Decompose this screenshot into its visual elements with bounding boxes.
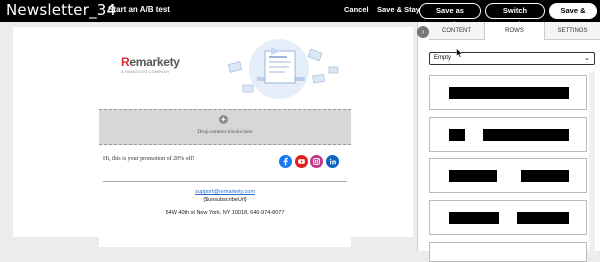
brand-logo: Remarkety <box>121 55 180 69</box>
logo-subtitle: A NAMOGOO COMPANY <box>121 70 170 74</box>
column-placeholder <box>521 170 569 182</box>
support-email-link[interactable]: support@remarkety.com <box>99 189 351 195</box>
linkedin-icon[interactable] <box>326 155 339 168</box>
tab-content[interactable]: CONTENT <box>429 22 485 40</box>
column-placeholder <box>483 129 569 141</box>
facebook-icon[interactable] <box>279 155 292 168</box>
editor-canvas: Remarkety A NAMOGOO COMPANY + Drop conte… <box>0 22 417 251</box>
save-stay-button[interactable]: Save & Stay <box>377 5 420 14</box>
promo-text: Hi, this is your promotion of 20% off! <box>103 156 195 162</box>
newsletter-illustration <box>227 39 339 99</box>
panel-scrollbar[interactable] <box>589 72 595 251</box>
banner-block[interactable]: Remarkety A NAMOGOO COMPANY <box>99 27 351 109</box>
row-layout-1-column[interactable] <box>429 75 587 110</box>
logo-rest: emarkety <box>129 55 180 69</box>
drop-zone[interactable]: + Drop content blocks here <box>99 109 351 145</box>
unsubscribe-placeholder: {$unsubscribeUrl} <box>203 197 247 203</box>
save-close-button[interactable]: Save & Close <box>549 3 597 29</box>
column-placeholder <box>449 87 569 99</box>
ab-test-link[interactable]: Start an A/B test <box>108 5 170 14</box>
promo-row[interactable]: Hi, this is your promotion of 20% off! <box>99 145 351 183</box>
youtube-icon[interactable] <box>295 155 308 168</box>
collapse-panel-icon[interactable]: › <box>417 26 429 38</box>
tab-settings[interactable]: SETTINGS <box>545 22 600 40</box>
column-placeholder <box>449 170 497 182</box>
email-wrapper: Remarkety A NAMOGOO COMPANY + Drop conte… <box>13 27 413 247</box>
footer-address: 54W 40th st New York, NY 10018, 646-974-… <box>165 210 285 216</box>
drop-zone-label: Drop content blocks here <box>197 129 253 135</box>
column-placeholder <box>449 129 465 141</box>
row-layout-2-column-1-3[interactable] <box>429 117 587 152</box>
row-layout-2-column[interactable] <box>429 158 587 193</box>
newsletter-title[interactable]: Newsletter_34 <box>6 1 116 19</box>
rows-select-value: Empty <box>434 55 452 61</box>
mouse-cursor-icon <box>456 48 463 58</box>
footer-divider <box>103 181 347 182</box>
side-panel: › CONTENT ROWS SETTINGS Empty ⌄ <box>417 22 600 262</box>
top-bar: Newsletter_34 Start an A/B test Cancel S… <box>0 0 600 29</box>
row-layout-2-column-wide[interactable] <box>429 200 587 235</box>
cancel-button[interactable]: Cancel <box>344 5 369 14</box>
add-block-icon[interactable]: + <box>219 115 228 124</box>
switch-template-button[interactable]: Switch Template <box>485 3 545 29</box>
column-placeholder <box>449 212 499 224</box>
tab-rows[interactable]: ROWS <box>485 22 545 40</box>
email-body: Remarkety A NAMOGOO COMPANY + Drop conte… <box>99 27 351 247</box>
column-placeholder <box>517 212 569 224</box>
rows-type-select[interactable]: Empty ⌄ <box>429 52 595 65</box>
instagram-icon[interactable] <box>310 155 323 168</box>
save-as-template-button[interactable]: Save as Template <box>419 3 481 29</box>
row-layout-more[interactable] <box>429 242 587 262</box>
chevron-down-icon: ⌄ <box>584 55 590 62</box>
